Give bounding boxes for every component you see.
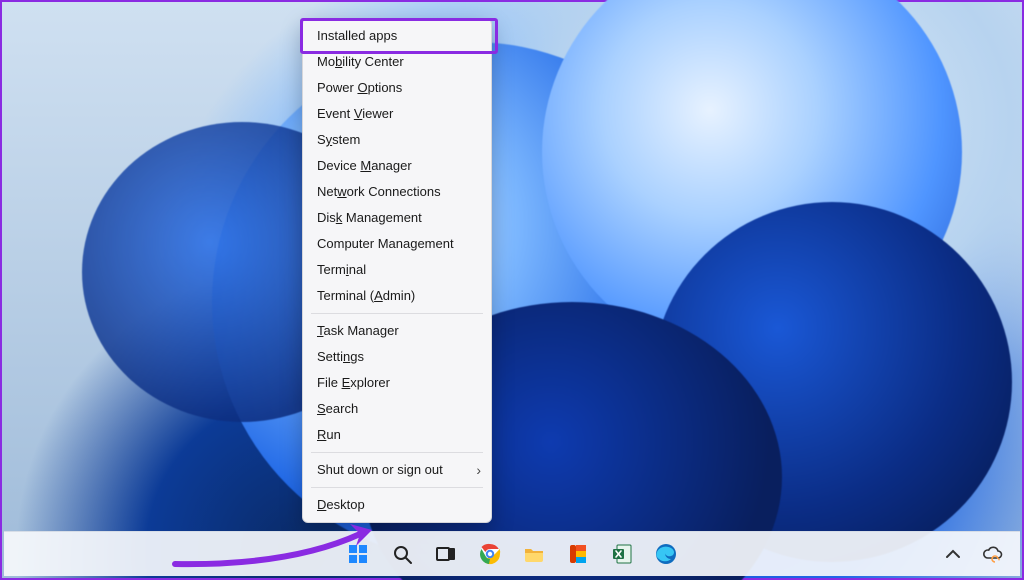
- excel-icon: [610, 542, 634, 566]
- menu-item-label: Task Manager: [317, 323, 399, 338]
- menu-separator: [311, 452, 483, 453]
- taskbar-excel-button[interactable]: [609, 541, 635, 567]
- menu-item-label: Event Viewer: [317, 106, 393, 121]
- desktop-wallpaper: [2, 2, 1022, 578]
- taskbar: [4, 531, 1020, 576]
- menu-separator: [311, 313, 483, 314]
- menu-item-label: Settings: [317, 349, 364, 364]
- menu-item-label: Desktop: [317, 497, 365, 512]
- menu-item-desktop[interactable]: Desktop: [303, 492, 491, 518]
- menu-item-label: Device Manager: [317, 158, 412, 173]
- menu-separator: [311, 487, 483, 488]
- menu-item-shutdown[interactable]: Shut down or sign out: [303, 457, 491, 483]
- chrome-icon: [478, 542, 502, 566]
- tray-action-button[interactable]: [980, 541, 1006, 567]
- office-icon: [566, 542, 590, 566]
- cloud-sync-icon: [981, 542, 1005, 566]
- menu-item-network-connections[interactable]: Network Connections: [303, 179, 491, 205]
- taskbar-office-button[interactable]: [565, 541, 591, 567]
- taskbar-edge-button[interactable]: [653, 541, 679, 567]
- menu-item-task-manager[interactable]: Task Manager: [303, 318, 491, 344]
- menu-item-label: Shut down or sign out: [317, 462, 443, 477]
- menu-item-label: Network Connections: [317, 184, 441, 199]
- menu-item-disk-management[interactable]: Disk Management: [303, 205, 491, 231]
- menu-item-label: Computer Management: [317, 236, 454, 251]
- menu-item-label: Disk Management: [317, 210, 422, 225]
- menu-item-device-manager[interactable]: Device Manager: [303, 153, 491, 179]
- menu-item-label: Terminal: [317, 262, 366, 277]
- menu-item-label: File Explorer: [317, 375, 390, 390]
- start-context-menu: Installed apps Mobility Center Power Optio…: [302, 18, 492, 523]
- menu-item-settings[interactable]: Settings: [303, 344, 491, 370]
- menu-item-label: Installed apps: [317, 28, 397, 43]
- menu-item-power-options[interactable]: Power Options: [303, 75, 491, 101]
- menu-item-label: Run: [317, 427, 341, 442]
- menu-item-terminal[interactable]: Terminal: [303, 257, 491, 283]
- chevron-up-icon: [941, 542, 965, 566]
- menu-item-run[interactable]: Run: [303, 422, 491, 448]
- menu-item-label: Search: [317, 401, 358, 416]
- taskbar-taskview-button[interactable]: [433, 541, 459, 567]
- taskbar-start-button[interactable]: [345, 541, 371, 567]
- menu-item-label: System: [317, 132, 360, 147]
- menu-item-mobility-center[interactable]: Mobility Center: [303, 49, 491, 75]
- menu-item-system[interactable]: System: [303, 127, 491, 153]
- taskbar-search-button[interactable]: [389, 541, 415, 567]
- edge-icon: [654, 542, 678, 566]
- tray-chevron-button[interactable]: [940, 541, 966, 567]
- menu-item-installed-apps[interactable]: Installed apps: [303, 23, 491, 49]
- taskview-icon: [434, 542, 458, 566]
- menu-item-label: Terminal (Admin): [317, 288, 415, 303]
- menu-item-label: Mobility Center: [317, 54, 404, 69]
- menu-item-file-explorer[interactable]: File Explorer: [303, 370, 491, 396]
- menu-item-label: Power Options: [317, 80, 402, 95]
- taskbar-explorer-button[interactable]: [521, 541, 547, 567]
- menu-item-search[interactable]: Search: [303, 396, 491, 422]
- taskbar-chrome-button[interactable]: [477, 541, 503, 567]
- menu-item-event-viewer[interactable]: Event Viewer: [303, 101, 491, 127]
- menu-item-terminal-admin[interactable]: Terminal (Admin): [303, 283, 491, 309]
- menu-item-computer-management[interactable]: Computer Management: [303, 231, 491, 257]
- start-icon: [346, 542, 370, 566]
- search-icon: [390, 542, 414, 566]
- folder-icon: [522, 542, 546, 566]
